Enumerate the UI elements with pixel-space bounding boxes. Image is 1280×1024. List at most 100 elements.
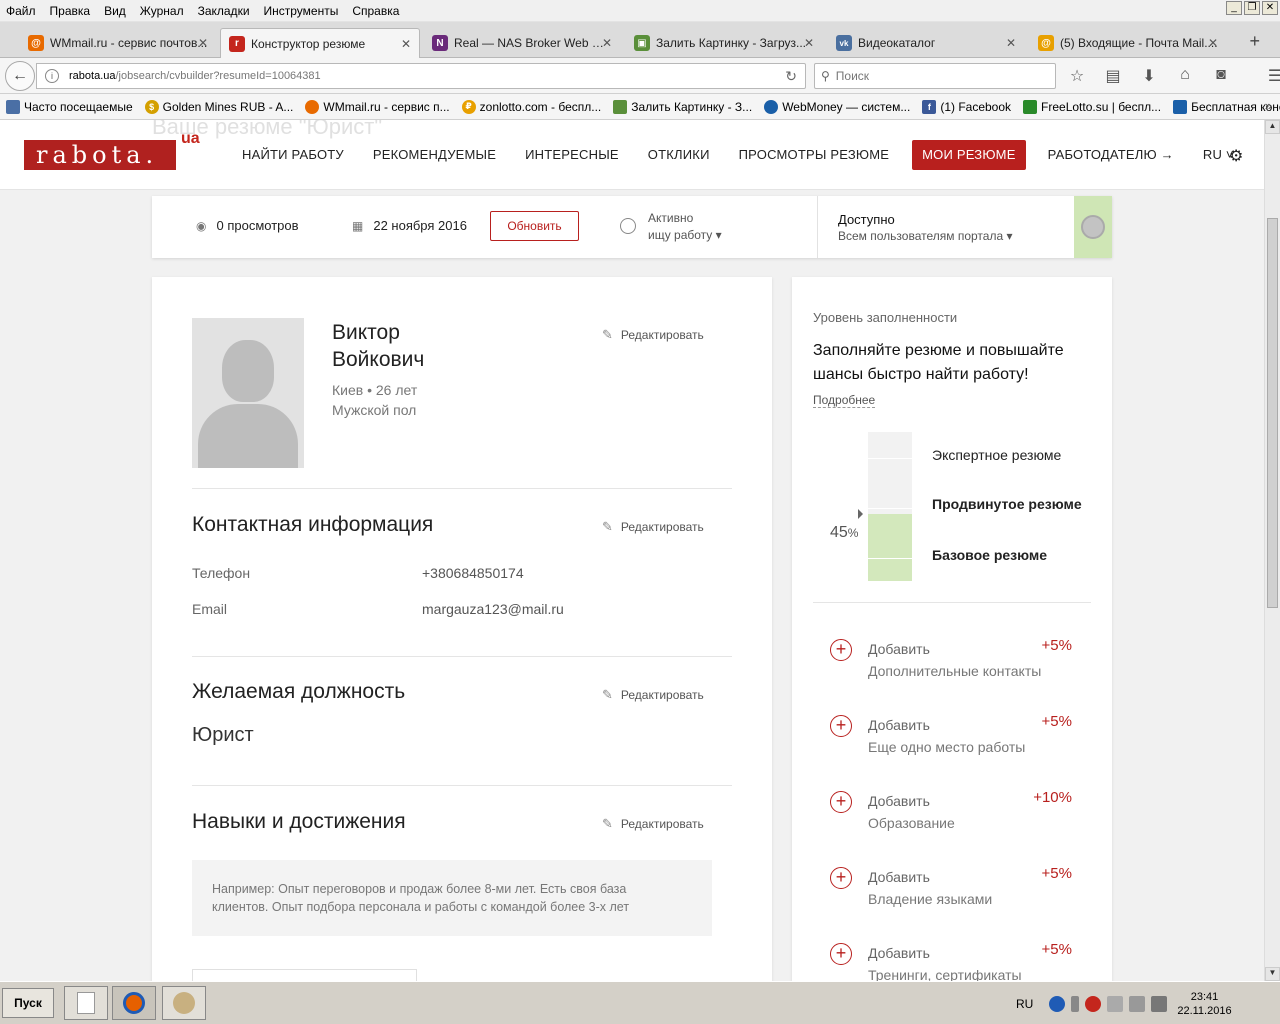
rabota-logo[interactable]: rabota. — [24, 140, 176, 170]
volume-icon[interactable] — [1151, 996, 1168, 1012]
url-bar[interactable]: i rabota.ua/jobsearch/cvbuilder?resumeId… — [36, 63, 806, 89]
hamburger-menu-icon[interactable]: ☰ — [1264, 66, 1280, 86]
close-icon[interactable]: ✕ — [198, 36, 208, 50]
add-section-button[interactable] — [192, 969, 417, 981]
minimize-button[interactable]: _ — [1226, 1, 1242, 15]
taskbar-paint-button[interactable] — [162, 986, 206, 1020]
nav-find-job[interactable]: НАЙТИ РАБОТУ — [242, 140, 344, 170]
tab-videokatalog[interactable]: vk Видеокаталог ✕ — [828, 28, 1024, 58]
home-icon[interactable]: ⌂ — [1174, 66, 1196, 86]
bookmark-item[interactable]: ₽ zonlotto.com - беспл... — [461, 99, 601, 114]
bar-divider — [868, 558, 912, 559]
skills-textarea[interactable]: Например: Опыт переговоров и продаж боле… — [192, 860, 712, 936]
bookmark-item[interactable]: Часто посещаемые — [6, 99, 133, 114]
close-icon[interactable]: ✕ — [1006, 36, 1016, 50]
bookmark-item[interactable]: WMmail.ru - сервис п... — [305, 99, 450, 114]
tab-zalit-kartinku[interactable]: ▣ Залить Картинку - Загруз... ✕ — [626, 28, 822, 58]
reading-list-icon[interactable]: ▤ — [1102, 66, 1124, 86]
email-value: margauza123@mail.ru — [422, 601, 564, 617]
download-icon[interactable]: ⬇ — [1138, 66, 1160, 86]
tray-arrow-icon[interactable] — [1071, 996, 1080, 1012]
menu-bookmarks[interactable]: Закладки — [198, 4, 250, 18]
help-icon[interactable] — [1049, 996, 1066, 1012]
visibility-setting[interactable]: Доступно Всем пользователям портала ▾ — [838, 212, 1013, 243]
menu-history[interactable]: Журнал — [140, 4, 184, 18]
close-icon[interactable]: ✕ — [602, 36, 612, 50]
tab-mail-inbox[interactable]: @ (5) Входящие - Почта Mail.... ✕ — [1030, 28, 1226, 58]
edit-label: Редактировать — [620, 328, 704, 342]
avatar[interactable] — [192, 318, 304, 468]
bookmark-item[interactable]: Залить Картинку - З... — [613, 99, 752, 114]
divider — [192, 488, 732, 489]
pocket-icon[interactable]: ◙ — [1210, 66, 1232, 86]
phone-label: Телефон — [192, 565, 251, 581]
nav-responses[interactable]: ОТКЛИКИ — [648, 140, 710, 170]
consult-icon — [1173, 99, 1188, 114]
close-icon[interactable]: ✕ — [401, 37, 411, 51]
bookmark-item[interactable]: FreeLotto.su | беспл... — [1023, 99, 1161, 114]
taskbar-firefox-button[interactable] — [112, 986, 156, 1020]
nav-cv-views[interactable]: ПРОСМОТРЫ РЕЗЮМЕ — [739, 140, 890, 170]
bar-divider — [868, 508, 912, 509]
pencil-icon: ✎ — [602, 687, 613, 702]
back-button[interactable]: ← — [5, 61, 35, 91]
reload-icon[interactable]: ↻ — [785, 68, 797, 85]
device-icon[interactable] — [1129, 996, 1146, 1012]
menu-tools[interactable]: Инструменты — [264, 4, 339, 18]
maximize-button[interactable]: ❐ — [1244, 1, 1260, 15]
refresh-button[interactable]: Обновить — [490, 211, 579, 241]
desired-position: Юрист — [192, 724, 254, 746]
taskbar-file-button[interactable] — [64, 986, 108, 1020]
new-tab-icon[interactable]: + — [1249, 31, 1260, 52]
gear-icon[interactable]: ⚙ — [1229, 146, 1243, 166]
edit-contacts-link[interactable]: ✎ Редактировать — [602, 519, 704, 535]
taskbar-clock[interactable]: 23:41 22.11.2016 — [1177, 990, 1231, 1018]
bookmark-item[interactable]: $ Golden Mines RUB - A... — [144, 99, 293, 114]
edit-profile-link[interactable]: ✎ Редактировать — [602, 327, 704, 343]
bookmark-item[interactable]: WebMoney — систем... — [764, 99, 910, 114]
nav-interesting[interactable]: ИНТЕРЕСНЫЕ — [525, 140, 619, 170]
menu-view[interactable]: Вид — [104, 4, 126, 18]
access-dropdown[interactable]: Всем пользователям портала ▾ — [838, 229, 1013, 243]
bookmark-item[interactable]: f (1) Facebook — [922, 99, 1011, 114]
tab-cv-builder[interactable]: r Конструктор резюме ✕ — [220, 28, 420, 58]
tab-nas-broker[interactable]: N Real — NAS Broker Web MT4 ✕ — [424, 28, 620, 58]
close-icon[interactable]: ✕ — [1208, 36, 1218, 50]
bookmark-star-icon[interactable]: ☆ — [1066, 66, 1088, 86]
more-link[interactable]: Подробнее — [813, 393, 876, 408]
skills-placeholder-line: клиентов. Опыт подбора персонала и работ… — [212, 900, 630, 914]
edit-skills-link[interactable]: ✎ Редактировать — [602, 816, 704, 832]
network-icon[interactable] — [1107, 996, 1124, 1012]
cv-card: Виктор Войкович Киев • 26 лет Мужской по… — [152, 277, 772, 981]
scroll-up-icon[interactable]: ▲ — [1265, 120, 1280, 134]
keyboard-language[interactable]: RU — [1016, 997, 1033, 1011]
close-icon[interactable]: ✕ — [804, 36, 814, 50]
scrollbar-thumb[interactable] — [1267, 218, 1278, 608]
job-search-status[interactable]: Активно ищу работу ▾ — [620, 210, 722, 244]
vertical-scrollbar[interactable]: ▲ ▼ — [1264, 120, 1280, 981]
scroll-down-icon[interactable]: ▼ — [1265, 967, 1280, 981]
start-button[interactable]: Пуск — [2, 988, 54, 1018]
antivirus-icon[interactable] — [1085, 996, 1102, 1012]
page-content: Ваше резюме "Юрист" rabota. ua НАЙТИ РАБ… — [0, 120, 1264, 981]
bookmarks-bar: Часто посещаемые $ Golden Mines RUB - A..… — [0, 94, 1280, 120]
menu-edit[interactable]: Правка — [50, 4, 91, 18]
close-window-button[interactable]: ✕ — [1262, 1, 1278, 15]
divider — [192, 656, 732, 657]
active-dropdown[interactable]: ищу работу ▾ — [648, 227, 722, 244]
nav-recommended[interactable]: РЕКОМЕНДУЕМЫЕ — [373, 140, 496, 170]
contacts-title: Контактная информация — [192, 513, 434, 536]
nav-employer[interactable]: РАБОТОДАТЕЛЮ → — [1048, 140, 1174, 170]
edit-position-link[interactable]: ✎ Редактировать — [602, 687, 704, 703]
bonus-percent: +5% — [1041, 865, 1072, 882]
chevron-right-icon[interactable]: » — [1265, 98, 1272, 113]
gold-coin-icon: $ — [144, 99, 159, 114]
nav-my-cv[interactable]: МОИ РЕЗЮМЕ — [912, 140, 1026, 170]
search-input[interactable]: ⚲ Поиск — [814, 63, 1056, 89]
tab-wmmail[interactable]: @ WMmail.ru - сервис почтов... ✕ — [20, 28, 216, 58]
tab-label: Real — NAS Broker Web MT4 — [454, 36, 612, 50]
menu-file[interactable]: Файл — [6, 4, 36, 18]
menu-help[interactable]: Справка — [352, 4, 399, 18]
tab-label: Залить Картинку - Загруз... — [656, 36, 806, 50]
info-icon[interactable]: i — [45, 69, 59, 83]
